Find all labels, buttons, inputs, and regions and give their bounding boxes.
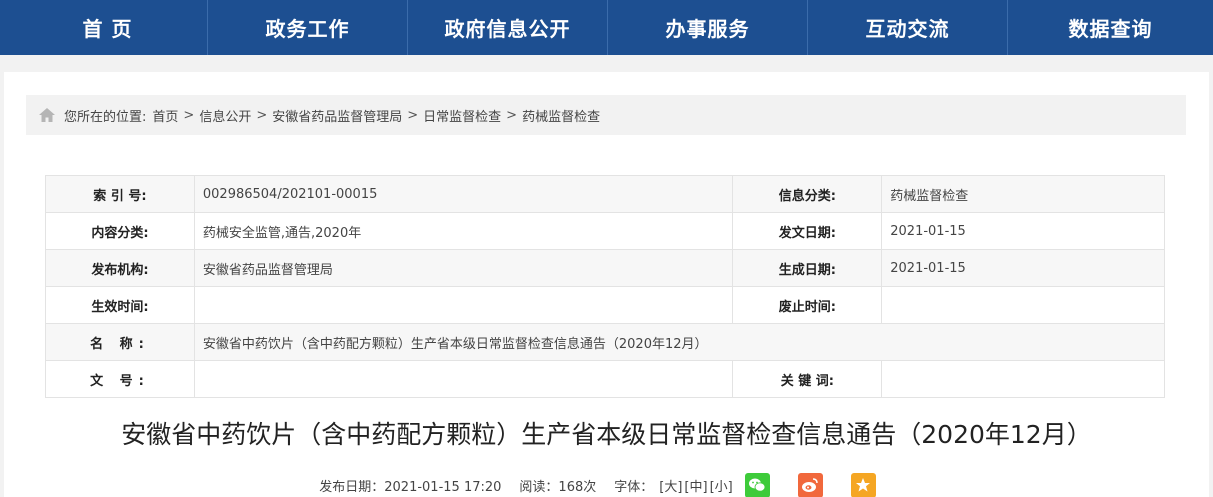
breadcrumb-separator: > (506, 107, 518, 123)
nav-government-work[interactable]: 政务工作 (208, 0, 408, 55)
wechat-share-icon[interactable] (744, 472, 770, 497)
meta-label: 生成日期: (732, 249, 883, 287)
meta-label: 名 称: (45, 323, 195, 361)
meta-label: 发文日期: (732, 212, 883, 250)
font-small-button[interactable]: [小] (710, 476, 733, 495)
table-row: 索 引 号: 002986504/202101-00015 信息分类: 药械监督… (45, 175, 1165, 213)
breadcrumb-separator: > (407, 107, 419, 123)
meta-value: 药械安全监管,通告,2020年 (193, 212, 734, 250)
home-icon (38, 107, 56, 123)
meta-value (881, 360, 1165, 398)
breadcrumb-link-info[interactable]: 信息公开 (199, 106, 251, 125)
meta-label: 索 引 号: (45, 175, 195, 213)
meta-label: 发布机构: (45, 249, 195, 287)
nav-home[interactable]: 首 页 (8, 0, 208, 55)
meta-value: 2021-01-15 (881, 212, 1165, 250)
breadcrumb-link-bureau[interactable]: 安徽省药品监督管理局 (272, 106, 402, 125)
content-panel: 您所在的位置: 首页 > 信息公开 > 安徽省药品监督管理局 > 日常监督检查 … (4, 72, 1209, 497)
weibo-share-icon[interactable] (797, 472, 823, 497)
meta-value: 安徽省药品监督管理局 (193, 249, 734, 287)
meta-value: 药械监督检查 (881, 175, 1165, 213)
article-info-bar: 发布日期：2021-01-15 17:20 阅读：168次 字体： [大] [中… (4, 470, 1209, 497)
meta-value: 2021-01-15 (881, 249, 1165, 287)
meta-value: 安徽省中药饮片（含中药配方颗粒）生产省本级日常监督检查信息通告（2020年12月… (193, 323, 1166, 361)
table-row: 发布机构: 安徽省药品监督管理局 生成日期: 2021-01-15 (45, 249, 1165, 287)
nav-info-disclosure[interactable]: 政府信息公开 (408, 0, 608, 55)
favorite-star-icon[interactable] (850, 472, 876, 497)
meta-label: 信息分类: (732, 175, 883, 213)
font-size-label: 字体： (614, 479, 654, 495)
table-row: 内容分类: 药械安全监管,通告,2020年 发文日期: 2021-01-15 (45, 212, 1165, 250)
table-row: 生效时间: 废止时间: (45, 286, 1165, 324)
breadcrumb-link-current[interactable]: 药械监督检查 (522, 106, 600, 125)
nav-data-query[interactable]: 数据查询 (1008, 0, 1213, 55)
font-large-button[interactable]: [大] (659, 476, 682, 495)
meta-label: 废止时间: (732, 286, 883, 324)
nav-services[interactable]: 办事服务 (608, 0, 808, 55)
view-count: 阅读：168次 (519, 479, 597, 495)
meta-label: 内容分类: (45, 212, 195, 250)
breadcrumb-link-routine[interactable]: 日常监督检查 (423, 106, 501, 125)
table-row: 文 号: 关 键 词: (45, 360, 1165, 398)
article-title: 安徽省中药饮片（含中药配方颗粒）生产省本级日常监督检查信息通告（2020年12月… (121, 420, 1092, 449)
breadcrumb: 您所在的位置: 首页 > 信息公开 > 安徽省药品监督管理局 > 日常监督检查 … (26, 95, 1186, 135)
meta-label: 文 号: (45, 360, 195, 398)
meta-label: 关 键 词: (732, 360, 883, 398)
breadcrumb-link-home[interactable]: 首页 (152, 106, 178, 125)
meta-label: 生效时间: (45, 286, 195, 324)
meta-value (193, 286, 734, 324)
meta-value (193, 360, 734, 398)
publish-date: 发布日期：2021-01-15 17:20 (319, 479, 502, 495)
meta-value: 002986504/202101-00015 (193, 175, 734, 213)
breadcrumb-separator: > (183, 107, 195, 123)
font-medium-button[interactable]: [中] (684, 476, 707, 495)
top-nav: 首 页 政务工作 政府信息公开 办事服务 互动交流 数据查询 (0, 0, 1213, 55)
breadcrumb-separator: > (256, 107, 268, 123)
breadcrumb-prefix: 您所在的位置: (64, 109, 147, 125)
table-row: 名 称: 安徽省中药饮片（含中药配方颗粒）生产省本级日常监督检查信息通告（202… (45, 323, 1166, 361)
document-meta-table: 索 引 号: 002986504/202101-00015 信息分类: 药械监督… (45, 175, 1166, 398)
nav-interaction[interactable]: 互动交流 (808, 0, 1008, 55)
meta-value (881, 286, 1165, 324)
